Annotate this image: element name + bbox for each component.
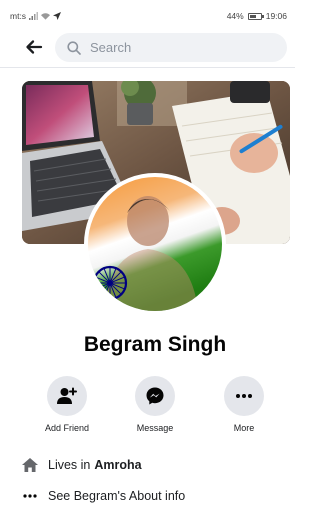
- lives-in-prefix: Lives in: [48, 458, 91, 472]
- wifi-icon: [41, 13, 51, 20]
- home-icon: [22, 458, 38, 472]
- messenger-icon: [146, 387, 164, 405]
- status-left: mt:s: [10, 11, 62, 21]
- status-bar: mt:s 44% 19:06: [0, 0, 295, 30]
- add-friend-button[interactable]: Add Friend: [32, 376, 102, 433]
- signal-icon: [29, 12, 39, 20]
- message-circle: [135, 376, 175, 416]
- battery-percent: 44%: [226, 11, 244, 21]
- message-button[interactable]: Message: [120, 376, 190, 433]
- profile-avatar[interactable]: [84, 173, 226, 315]
- more-button[interactable]: More: [209, 376, 279, 433]
- more-circle: [224, 376, 264, 416]
- about-info-link[interactable]: See Begram's About info: [48, 489, 185, 503]
- about-info-row[interactable]: See Begram's About info: [22, 489, 185, 503]
- add-friend-label: Add Friend: [44, 423, 90, 433]
- search-input[interactable]: Search: [55, 33, 287, 62]
- avatar-image: [88, 177, 222, 311]
- search-placeholder: Search: [90, 40, 132, 55]
- add-friend-circle: [47, 376, 87, 416]
- message-label: Message: [136, 423, 174, 433]
- lives-in-city[interactable]: Amroha: [94, 458, 141, 472]
- carrier-label: mt:s: [10, 11, 27, 21]
- more-icon: [236, 394, 252, 398]
- more-dots-icon: [22, 489, 38, 503]
- location-icon: [53, 12, 62, 20]
- top-bar: Search: [0, 30, 295, 68]
- clock: 19:06: [265, 11, 287, 21]
- add-friend-icon: [57, 387, 77, 404]
- more-label: More: [233, 423, 255, 433]
- search-icon: [67, 40, 81, 55]
- status-right: 44% 19:06: [227, 11, 287, 21]
- battery-icon: [247, 12, 264, 20]
- lives-in-row: Lives in Amroha: [22, 458, 142, 472]
- back-arrow-icon[interactable]: [24, 37, 44, 57]
- profile-name: Begram Singh: [83, 333, 227, 356]
